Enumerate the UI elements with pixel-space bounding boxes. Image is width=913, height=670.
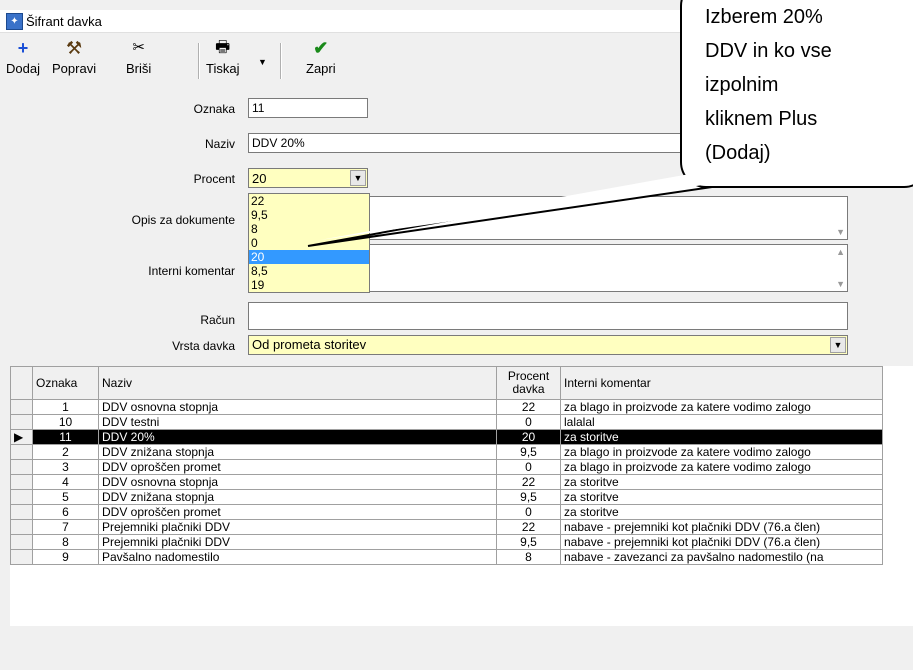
callout-line: Izberem 20% — [705, 6, 823, 28]
callout-line: (Dodaj) — [705, 142, 771, 164]
callout-line: kliknem Plus — [705, 108, 818, 130]
callout-line: DDV in ko vse — [705, 40, 832, 62]
callout-text: Izberem 20% DDV in ko vse izpolnim kliknem … — [705, 0, 905, 170]
main-window: ✦ Šifrant davka + Dodaj ⚒ Popravi ✂ Briš… — [0, 0, 913, 670]
callout-line: izpolnim — [705, 74, 779, 96]
